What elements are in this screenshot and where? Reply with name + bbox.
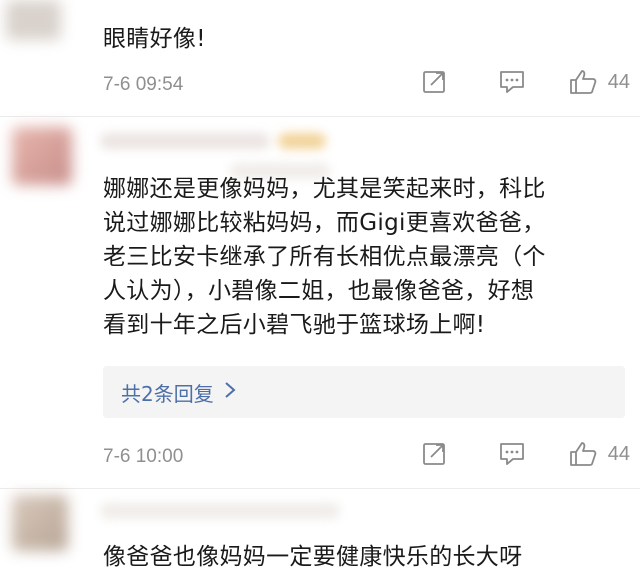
view-replies-button[interactable]: 共2条回复	[103, 366, 625, 418]
thumbs-up-icon	[569, 442, 597, 466]
comment-actions: 44	[422, 440, 630, 468]
comment-icon	[499, 71, 524, 93]
like-count: 44	[607, 442, 630, 465]
comment-timestamp: 7-6 10:00	[103, 446, 184, 467]
comment-line: 说过娜娜比较粘妈妈，而Gigi更喜欢爸爸，	[103, 210, 546, 236]
comment-line: 像爸爸也像妈妈一定要健康快乐的长大呀	[103, 544, 523, 570]
user-badge	[278, 133, 326, 149]
share-button[interactable]	[422, 69, 448, 95]
thumbs-up-icon	[569, 70, 597, 94]
share-icon	[422, 71, 445, 93]
comment-item-3: 像爸爸也像妈妈一定要健康快乐的长大呀	[0, 489, 640, 587]
comment-button[interactable]	[498, 441, 526, 467]
comment-line: 老三比安卡继承了所有长相优点最漂亮（个	[103, 244, 546, 270]
chevron-right-icon	[224, 380, 236, 404]
comment-line: 人认为），小碧像二姐，也最像爸爸，好想	[103, 278, 535, 304]
share-icon	[422, 443, 445, 465]
comment-item-1: 眼睛好像! 7-6 09:54 44	[0, 0, 640, 115]
comment-line: 娜娜还是更像妈妈，尤其是笑起来时，科比	[103, 176, 546, 202]
avatar[interactable]	[6, 0, 61, 40]
comment-line: 眼睛好像!	[103, 26, 206, 52]
username[interactable]	[100, 133, 270, 149]
comment-text: 娜娜还是更像妈妈，尤其是笑起来时，科比 说过娜娜比较粘妈妈，而Gigi更喜欢爸爸…	[103, 172, 546, 342]
username[interactable]	[100, 503, 340, 519]
comment-item-2: 娜娜还是更像妈妈，尤其是笑起来时，科比 说过娜娜比较粘妈妈，而Gigi更喜欢爸爸…	[0, 117, 640, 489]
share-button[interactable]	[422, 441, 448, 467]
like-count: 44	[607, 70, 630, 93]
comment-button[interactable]	[498, 69, 526, 95]
comment-text: 眼睛好像!	[103, 22, 206, 56]
comment-icon	[499, 443, 524, 465]
replies-count-label: 共2条回复	[121, 381, 214, 406]
avatar[interactable]	[12, 127, 72, 185]
like-button[interactable]: 44	[568, 440, 630, 468]
comment-text: 像爸爸也像妈妈一定要健康快乐的长大呀	[103, 540, 522, 574]
avatar[interactable]	[12, 495, 68, 551]
comment-line: 看到十年之后小碧飞驰于篮球场上啊!	[103, 312, 486, 338]
like-button[interactable]: 44	[568, 68, 630, 96]
comment-timestamp: 7-6 09:54	[103, 74, 184, 95]
comment-actions: 44	[422, 68, 630, 96]
